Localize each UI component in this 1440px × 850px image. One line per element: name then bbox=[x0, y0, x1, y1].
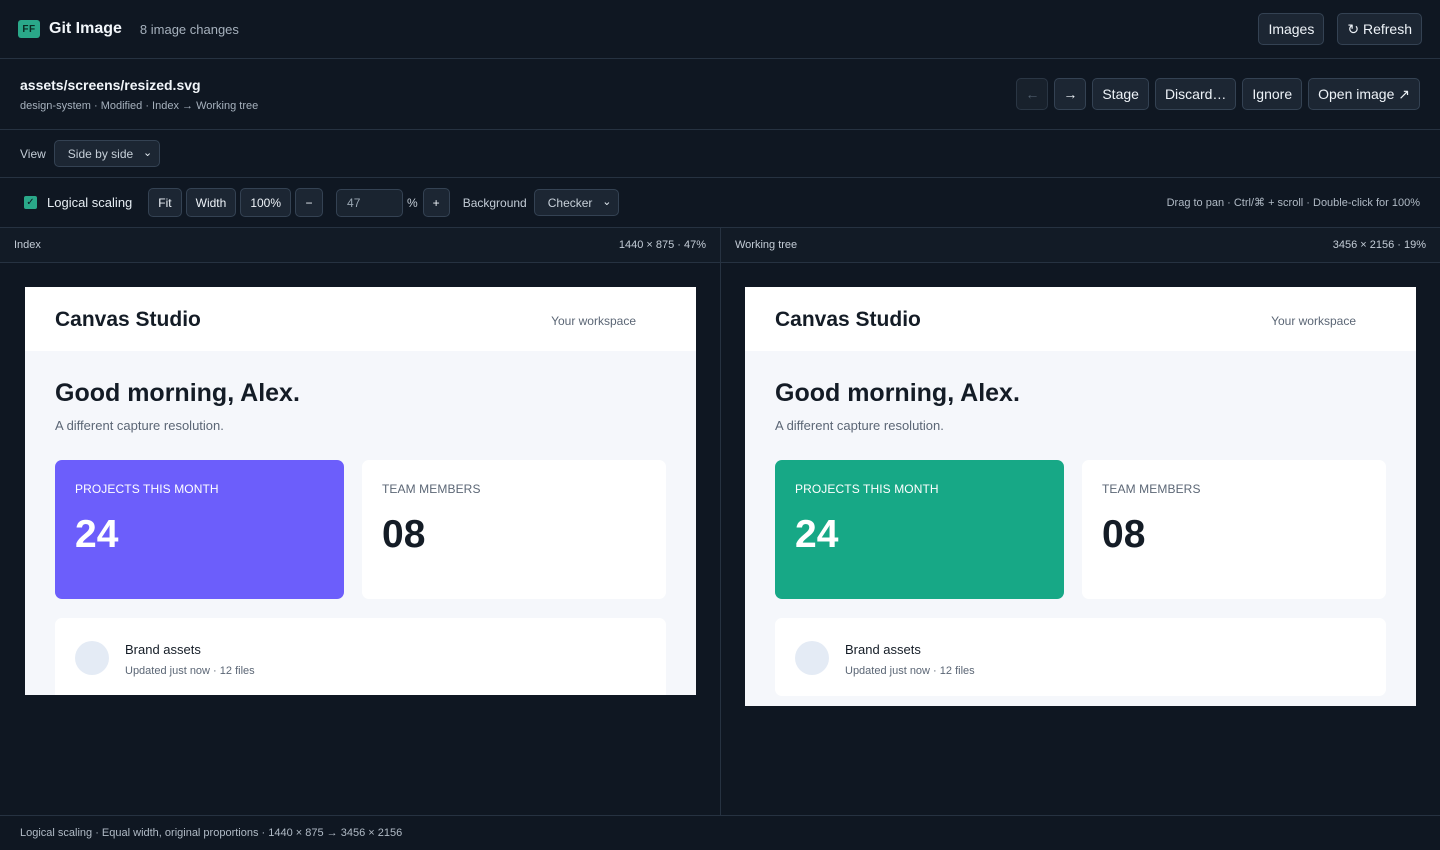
background-select[interactable]: Checker ⌄ bbox=[533, 189, 620, 216]
app-logo: FF bbox=[18, 20, 40, 38]
pane-title: Index bbox=[14, 239, 41, 251]
view-mode-select[interactable]: Side by side ⌄ bbox=[53, 140, 161, 167]
pane-info: 1440 × 875 · 47% bbox=[618, 239, 706, 251]
team-members-card: TEAM MEMBERS 08 bbox=[362, 460, 666, 599]
pane-divider[interactable] bbox=[720, 228, 721, 815]
shot-subtitle: A different capture resolution. bbox=[775, 418, 944, 433]
projects-card: PROJECTS THIS MONTH 24 bbox=[55, 460, 344, 599]
logical-scaling-label: Logical scaling bbox=[47, 195, 133, 210]
team-members-value: 08 bbox=[1102, 513, 1146, 556]
shot-workspace: Your workspace bbox=[1271, 314, 1356, 328]
fit-button[interactable]: Fit bbox=[148, 188, 182, 217]
stage-button[interactable]: Stage bbox=[1092, 78, 1149, 110]
projects-value: 24 bbox=[795, 513, 839, 556]
previous-file-button[interactable]: ← bbox=[1016, 78, 1049, 110]
discard-button[interactable]: Discard… bbox=[1154, 78, 1237, 110]
working-tree-image-viewport[interactable]: Canvas Studio Your workspace Good mornin… bbox=[745, 287, 1416, 706]
asset-title: Brand assets bbox=[845, 642, 921, 657]
team-members-card: TEAM MEMBERS 08 bbox=[1082, 460, 1386, 599]
zoom-100-button[interactable]: 100% bbox=[240, 188, 292, 217]
team-members-label: TEAM MEMBERS bbox=[1102, 482, 1201, 496]
width-button[interactable]: Width bbox=[185, 188, 237, 217]
logical-scaling-checkbox[interactable]: ✓ bbox=[24, 196, 37, 209]
index-image-viewport[interactable]: Canvas Studio Your workspace Good mornin… bbox=[25, 287, 696, 695]
file-path: assets/screens/resized.svg bbox=[20, 77, 201, 93]
zoom-input[interactable]: 47 bbox=[336, 188, 404, 217]
team-members-label: TEAM MEMBERS bbox=[382, 482, 481, 496]
working-tree-pane-header: Working tree 3456 × 2156 · 19% bbox=[721, 228, 1440, 263]
file-actions: ← → Stage Discard… Ignore Open image ↗ bbox=[1016, 78, 1420, 110]
background-value: Checker bbox=[547, 195, 593, 210]
brand-assets-row: Brand assets Updated just now · 12 files bbox=[775, 618, 1386, 696]
pane-title: Working tree bbox=[735, 239, 798, 251]
shot-greeting: Good morning, Alex. bbox=[775, 379, 1020, 407]
status-bar: Logical scaling · Equal width, original … bbox=[0, 815, 1440, 850]
team-members-value: 08 bbox=[382, 513, 426, 556]
projects-value: 24 bbox=[75, 513, 119, 556]
index-pane-header: Index 1440 × 875 · 47% bbox=[0, 228, 720, 263]
top-bar: FF Git Image 8 image changes Images ↻ Re… bbox=[0, 0, 1440, 59]
file-bar: assets/screens/resized.svg design-system… bbox=[0, 59, 1440, 130]
brand-assets-row: Brand assets Updated just now · 12 files bbox=[55, 618, 666, 695]
shot-greeting: Good morning, Alex. bbox=[55, 379, 300, 407]
view-mode-value: Side by side bbox=[67, 146, 134, 161]
shot-workspace: Your workspace bbox=[551, 314, 636, 328]
asset-meta: Updated just now · 12 files bbox=[125, 665, 255, 677]
changes-count: 8 image changes bbox=[139, 21, 239, 37]
open-image-button[interactable]: Open image ↗ bbox=[1308, 78, 1420, 110]
zoom-out-button[interactable]: − bbox=[295, 188, 324, 217]
next-file-button[interactable]: → bbox=[1054, 78, 1087, 110]
percent-sign: % bbox=[407, 195, 418, 210]
app-title: Git Image bbox=[49, 20, 122, 37]
projects-label: PROJECTS THIS MONTH bbox=[795, 482, 939, 496]
navigation-hint: Drag to pan · Ctrl/⌘ + scroll · Double-c… bbox=[1166, 197, 1420, 209]
images-button[interactable]: Images bbox=[1258, 13, 1325, 45]
chevron-down-icon: ⌄ bbox=[142, 147, 153, 159]
view-bar: View Side by side ⌄ bbox=[0, 130, 1440, 178]
avatar bbox=[75, 641, 109, 675]
asset-title: Brand assets bbox=[125, 642, 201, 657]
asset-meta: Updated just now · 12 files bbox=[845, 665, 975, 677]
shot-header: Canvas Studio Your workspace bbox=[25, 287, 696, 351]
background-label: Background bbox=[462, 195, 527, 210]
status-text: Logical scaling · Equal width, original … bbox=[20, 827, 403, 839]
chevron-down-icon: ⌄ bbox=[602, 196, 612, 208]
pane-info: 3456 × 2156 · 19% bbox=[1332, 239, 1426, 251]
ignore-button[interactable]: Ignore bbox=[1242, 78, 1303, 110]
projects-label: PROJECTS THIS MONTH bbox=[75, 482, 219, 496]
refresh-button[interactable]: ↻ Refresh bbox=[1337, 13, 1422, 45]
shot-subtitle: A different capture resolution. bbox=[55, 418, 224, 433]
shot-header: Canvas Studio Your workspace bbox=[745, 287, 1416, 351]
avatar bbox=[795, 641, 829, 675]
view-label: View bbox=[20, 146, 46, 161]
zoom-in-button[interactable]: + bbox=[422, 188, 450, 217]
file-meta: design-system · Modified · Index → Worki… bbox=[20, 100, 259, 112]
projects-card: PROJECTS THIS MONTH 24 bbox=[775, 460, 1064, 599]
shot-brand: Canvas Studio bbox=[775, 308, 921, 331]
shot-brand: Canvas Studio bbox=[55, 308, 201, 331]
scaling-toolbar: ✓ Logical scaling Fit Width 100% − 47 % … bbox=[0, 178, 1440, 228]
